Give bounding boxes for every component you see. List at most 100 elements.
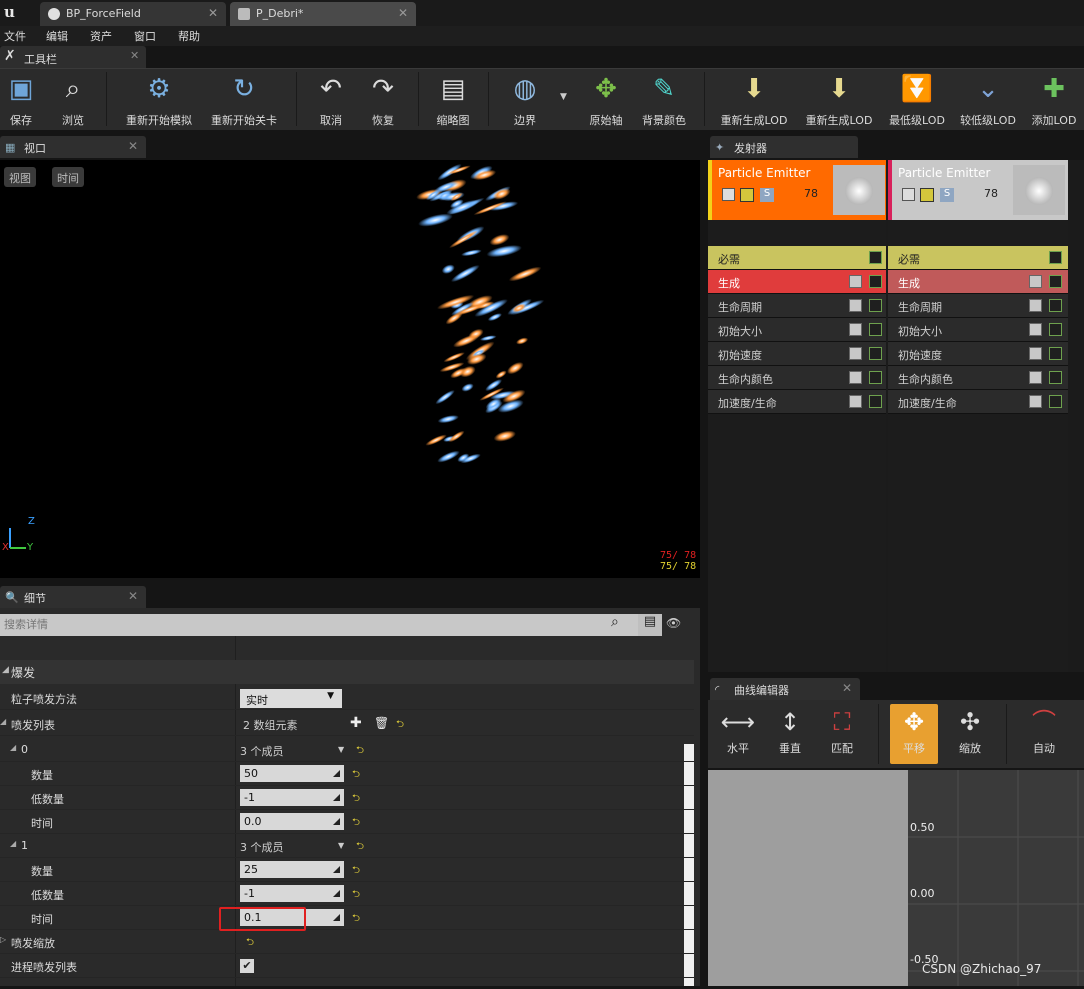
module-initial-size[interactable]: 初始大小 [708,318,886,342]
curve-graph-icon[interactable] [869,275,882,288]
add-element-icon[interactable]: ✚ [350,715,362,731]
curve-graph-icon[interactable] [869,299,882,312]
curve-graph-icon[interactable] [1049,395,1062,408]
eye-icon[interactable]: 👁 [666,616,681,630]
chevron-down-icon[interactable]: ▼ [560,92,567,102]
checkbox-icon[interactable] [849,323,862,336]
close-icon[interactable]: ✕ [128,589,138,603]
render-mode-icon[interactable] [920,188,934,202]
checkbox-icon[interactable] [849,299,862,312]
count-input[interactable]: 50 [240,765,344,782]
module-lifetime[interactable]: 生命周期 [708,294,886,318]
curve-graph-icon[interactable] [1049,299,1062,312]
module-color-over-life[interactable]: 生命内颜色 [708,366,886,390]
pan-button[interactable]: ✥ 平移 [890,704,938,764]
fit-button[interactable]: ⛶ 匹配 [818,704,866,764]
reset-icon[interactable]: ⮌ [396,717,404,734]
lower-lod-button[interactable]: ⌄ 较低级LOD [956,72,1020,128]
close-icon[interactable]: ✕ [130,49,139,62]
curve-graph-icon[interactable] [869,395,882,408]
count-low-input[interactable]: -1 [240,789,344,806]
curve-track-list[interactable] [708,770,908,986]
redo-button[interactable]: ↷ 恢复 [362,72,404,128]
expand-arrow-icon[interactable]: ▷ [0,935,6,944]
reset-icon[interactable]: ⮌ [356,839,364,856]
module-accel-over-life[interactable]: 加速度/生命 [888,390,1068,414]
menu-file[interactable]: 文件 [4,28,26,44]
solo-icon[interactable]: S [940,188,954,202]
reset-icon[interactable]: ⮌ [352,815,360,832]
collapse-arrow-icon[interactable]: ◢ [10,743,16,752]
close-icon[interactable]: ✕ [398,6,408,20]
enable-checkbox-icon[interactable] [902,188,915,201]
tab-bp-forcefield[interactable]: BP_ForceField ✕ [40,2,226,26]
checkbox-icon[interactable] [849,371,862,384]
search-icon[interactable]: ⌕ [611,614,619,630]
regen-lod-button[interactable]: ⬇ 重新生成LOD [716,72,792,128]
details-tab[interactable]: 🔍 细节 ✕ [0,586,146,608]
browse-button[interactable]: ⌕ 浏览 [52,72,94,128]
module-lifetime[interactable]: 生命周期 [888,294,1068,318]
curve-editor-tab[interactable]: ◜ 曲线编辑器 ✕ [710,678,860,700]
reset-icon[interactable]: ⮌ [352,863,360,880]
menu-asset[interactable]: 资产 [90,28,112,44]
curve-graph-icon[interactable] [869,323,882,336]
property-matrix-button[interactable]: ▤ [638,614,662,636]
collapse-arrow-icon[interactable]: ◢ [10,839,16,848]
close-icon[interactable]: ✕ [842,681,852,695]
spawn-method-dropdown[interactable]: 实时 ▼ [240,689,342,708]
checkbox-icon[interactable] [1029,299,1042,312]
render-mode-icon[interactable] [740,188,754,202]
thumbnail-button[interactable]: ▤ 缩略图 [430,72,476,128]
module-initial-velocity[interactable]: 初始速度 [888,342,1068,366]
reset-icon[interactable]: ⮌ [356,743,364,760]
emitters-tab[interactable]: ✦ 发射器 [710,136,858,158]
curve-graph-icon[interactable] [1049,251,1062,264]
checkbox-icon[interactable]: ✔ [240,959,254,973]
restart-sim-button[interactable]: ⚙ 重新开始模拟 [120,72,198,128]
module-color-over-life[interactable]: 生命内颜色 [888,366,1068,390]
module-spawn[interactable]: 生成 [888,270,1068,294]
fit-vertical-button[interactable]: ↕ 垂直 [766,704,814,764]
checkbox-icon[interactable] [849,395,862,408]
curve-graph-icon[interactable] [1049,323,1062,336]
lowest-lod-button[interactable]: ⏬ 最低级LOD [884,72,950,128]
module-accel-over-life[interactable]: 加速度/生命 [708,390,886,414]
module-required[interactable]: 必需 [708,246,886,270]
checkbox-icon[interactable] [1029,371,1042,384]
curve-graph-icon[interactable] [869,251,882,264]
reset-icon[interactable]: ⮌ [352,887,360,904]
curve-graph-icon[interactable] [1049,347,1062,360]
details-search-input[interactable] [0,614,640,636]
curve-graph-icon[interactable] [869,347,882,360]
toolbar-tab[interactable]: ✗ 工具栏 ✕ [0,46,146,68]
origin-axis-button[interactable]: ✥ 原始轴 [584,72,628,128]
restart-level-button[interactable]: ↻ 重新开始关卡 [206,72,282,128]
auto-button[interactable]: ⌒ 自动 [1020,704,1068,764]
view-button[interactable]: 视图 [4,167,36,187]
curve-graph-icon[interactable] [869,371,882,384]
chevron-down-icon[interactable]: ▼ [338,841,344,850]
checkbox-icon[interactable] [1029,323,1042,336]
reset-icon[interactable]: ⮌ [352,911,360,928]
save-button[interactable]: ▣ 保存 [2,72,40,128]
time-input[interactable]: 0.0 [240,813,344,830]
curve-graph-icon[interactable] [1049,275,1062,288]
checkbox-icon[interactable] [1029,275,1042,288]
enable-checkbox-icon[interactable] [722,188,735,201]
count-low-input[interactable]: -1 [240,885,344,902]
checkbox-icon[interactable] [849,347,862,360]
trash-icon[interactable]: 🗑 [374,716,389,730]
count-input[interactable]: 25 [240,861,344,878]
time-button[interactable]: 时间 [52,167,84,187]
collapse-arrow-icon[interactable]: ◢ [0,717,6,726]
zoom-button[interactable]: ✣ 缩放 [946,704,994,764]
emitter-header[interactable]: Particle Emitter S 78 [708,160,886,220]
regen-lod2-button[interactable]: ⬇ 重新生成LOD [800,72,878,128]
chevron-down-icon[interactable]: ▼ [338,745,344,754]
bg-color-button[interactable]: ✎ 背景颜色 [636,72,692,128]
curve-graph-icon[interactable] [1049,371,1062,384]
module-initial-size[interactable]: 初始大小 [888,318,1068,342]
fit-horizontal-button[interactable]: ⟷ 水平 [714,704,762,764]
checkbox-icon[interactable] [1029,395,1042,408]
